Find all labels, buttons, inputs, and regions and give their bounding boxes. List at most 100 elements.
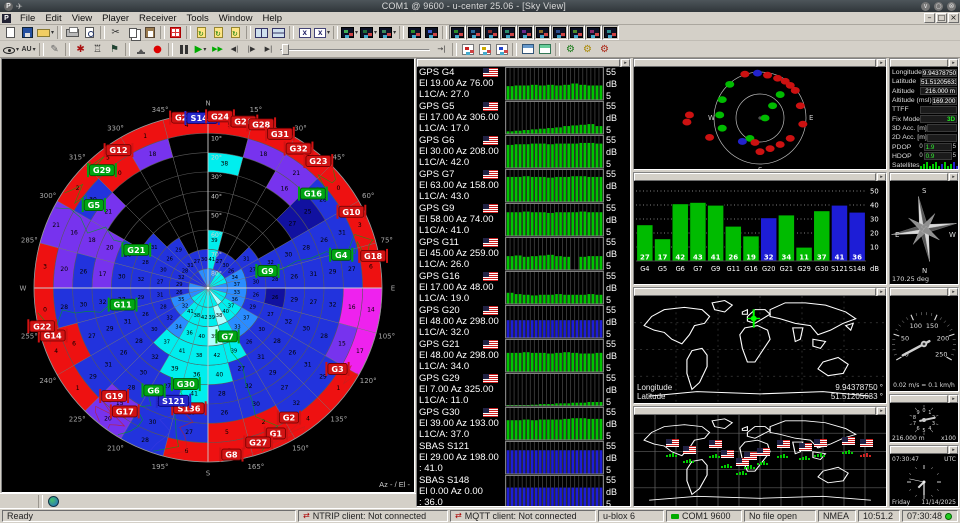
map-view-button[interactable]: ▾ bbox=[340, 25, 359, 40]
menu-help[interactable]: Help bbox=[258, 13, 288, 24]
slider-thumb[interactable] bbox=[282, 44, 289, 55]
pan-mode-button[interactable] bbox=[113, 494, 130, 509]
no-position-button[interactable] bbox=[62, 494, 79, 509]
save-file-button[interactable] bbox=[19, 25, 36, 40]
convert-1-button[interactable] bbox=[193, 25, 210, 40]
satellite-row[interactable]: GPS G5El 17.00 Az 306.00L1C/A: 17.055dB5 bbox=[417, 101, 630, 135]
scrollbar-thumb[interactable] bbox=[890, 173, 948, 181]
menu-tools[interactable]: Tools bbox=[182, 13, 214, 24]
altitude-scrollbar[interactable]: ▸ bbox=[890, 395, 958, 403]
satellite-row[interactable]: GPS G16El 17.00 Az 48.00L1C/A: 19.055dB5 bbox=[417, 271, 630, 305]
histogram-yellow-button[interactable] bbox=[476, 42, 493, 57]
split-horizontal-button[interactable] bbox=[253, 25, 270, 40]
close-column-button[interactable] bbox=[296, 25, 313, 40]
scrollbar-button[interactable]: ▸ bbox=[949, 446, 958, 454]
scrollbar-thumb[interactable] bbox=[634, 173, 876, 181]
data-panel-scrollbar[interactable]: ▸ bbox=[890, 59, 958, 67]
satellite-row[interactable]: GPS G7El 63.00 Az 158.00L1C/A: 43.055dB5 bbox=[417, 169, 630, 203]
satellite-row[interactable]: GPS G6El 30.00 Az 208.00L1C/A: 42.055dB5 bbox=[417, 135, 630, 169]
dock-speed-button[interactable] bbox=[568, 25, 585, 40]
gear-green-button[interactable]: ⚙ bbox=[562, 42, 579, 57]
scrollbar-button[interactable]: ▸ bbox=[877, 407, 886, 415]
menu-receiver[interactable]: Receiver bbox=[134, 13, 182, 24]
menu-edit[interactable]: Edit bbox=[40, 13, 66, 24]
dropdown-arrow-icon[interactable]: ▾ bbox=[51, 29, 54, 36]
orbit-mode-button[interactable] bbox=[2, 494, 19, 509]
satellite-row[interactable]: GPS G11El 45.00 Az 259.00L1C/A: 26.055dB… bbox=[417, 237, 630, 271]
dock-constellation-button[interactable] bbox=[500, 25, 517, 40]
view-b-button[interactable] bbox=[423, 25, 440, 40]
dropdown-arrow-icon[interactable]: ▾ bbox=[203, 46, 206, 53]
globe-mode-button[interactable] bbox=[45, 494, 62, 509]
print-button[interactable] bbox=[64, 25, 81, 40]
histogram-red-button[interactable] bbox=[459, 42, 476, 57]
cut-button[interactable]: ✂ bbox=[107, 25, 124, 40]
pause-button[interactable] bbox=[175, 42, 192, 57]
orbit-mode-2-button[interactable] bbox=[19, 494, 36, 509]
clock-scrollbar[interactable]: ▸ bbox=[890, 446, 958, 454]
progress-slider[interactable] bbox=[280, 42, 430, 57]
gear-yellow-button[interactable]: ⚙ bbox=[579, 42, 596, 57]
satellite-row[interactable]: SBAS S148El 0.00 Az 0.00: 36.055dB5 bbox=[417, 475, 630, 506]
dock-compass-button[interactable] bbox=[551, 25, 568, 40]
dock-altitude-button[interactable] bbox=[585, 25, 602, 40]
histogram-blue-button[interactable] bbox=[493, 42, 510, 57]
menu-file[interactable]: File bbox=[15, 13, 40, 24]
dock-signal-button[interactable] bbox=[517, 25, 534, 40]
convert-2-button[interactable] bbox=[210, 25, 227, 40]
open-file-button[interactable]: ▾ bbox=[36, 25, 55, 40]
antenna-tower-button[interactable]: ♖ bbox=[89, 42, 106, 57]
menu-player[interactable]: Player bbox=[97, 13, 134, 24]
pin-icon[interactable]: ✈ bbox=[16, 2, 23, 11]
skip-forward-button[interactable]: ▶| bbox=[260, 42, 277, 57]
dropdown-arrow-icon[interactable]: ▾ bbox=[16, 46, 19, 53]
debug-bug-button[interactable]: ✱ bbox=[72, 42, 89, 57]
dropdown-arrow-icon[interactable]: ▾ bbox=[33, 46, 36, 53]
scrollbar-button[interactable]: ▸ bbox=[877, 288, 886, 296]
sky-view-panel[interactable]: 4127302634373336374038394238413235262932… bbox=[1, 58, 415, 493]
close-button[interactable]: ⊗ bbox=[947, 2, 956, 11]
new-file-button[interactable] bbox=[2, 25, 19, 40]
satellite-row[interactable]: SBAS S121El 29.00 Az 198.00: 41.055dB5 bbox=[417, 441, 630, 475]
satellite-row[interactable]: GPS G30El 39.00 Az 193.00L1C/A: 37.055dB… bbox=[417, 407, 630, 441]
scrollbar-thumb[interactable] bbox=[634, 288, 876, 296]
minimize-button[interactable]: ∨ bbox=[921, 2, 930, 11]
eject-button[interactable] bbox=[132, 42, 149, 57]
table-statistic-button[interactable] bbox=[519, 42, 536, 57]
menu-window[interactable]: Window bbox=[214, 13, 258, 24]
views-eye-button[interactable]: ▾ bbox=[2, 42, 20, 57]
scrollbar-button[interactable]: ▸ bbox=[877, 59, 886, 67]
dropdown-arrow-icon[interactable]: ▾ bbox=[393, 29, 396, 36]
satellite-row[interactable]: GPS G21El 48.00 Az 298.00L1C/A: 34.055dB… bbox=[417, 339, 630, 373]
scrollbar-thumb[interactable] bbox=[417, 59, 620, 67]
scrollbar-thumb[interactable] bbox=[634, 59, 876, 67]
menu-view[interactable]: View bbox=[67, 13, 97, 24]
step-forward-button[interactable]: |▶ bbox=[243, 42, 260, 57]
dock-histogram-button[interactable] bbox=[483, 25, 500, 40]
constellation-scrollbar[interactable]: ▸ bbox=[634, 59, 886, 67]
copy-button[interactable] bbox=[124, 25, 141, 40]
satellite-row[interactable]: GPS G20El 48.00 Az 298.00L1C/A: 32.055dB… bbox=[417, 305, 630, 339]
table-messages-button[interactable] bbox=[536, 42, 553, 57]
dropdown-arrow-icon[interactable]: ▾ bbox=[327, 29, 330, 36]
fast-forward-button[interactable]: ▶▶ bbox=[209, 42, 226, 57]
satellite-row[interactable]: GPS G9El 58.00 Az 74.00L1C/A: 41.055dB5 bbox=[417, 203, 630, 237]
scrollbar-thumb[interactable] bbox=[890, 59, 948, 67]
play-button[interactable]: ▶▾ bbox=[192, 42, 209, 57]
convert-3-button[interactable] bbox=[227, 25, 244, 40]
close-column-2-button[interactable]: ▾ bbox=[313, 25, 331, 40]
camera-view-button[interactable]: ▾ bbox=[378, 25, 397, 40]
satellite-list-scrollbar[interactable]: ▸ bbox=[417, 59, 630, 67]
mdi-close-button[interactable]: × bbox=[948, 13, 959, 23]
satellite-map-scrollbar[interactable]: ▸ bbox=[634, 407, 886, 415]
paste-button[interactable] bbox=[141, 25, 158, 40]
speed-scrollbar[interactable]: ▸ bbox=[890, 288, 958, 296]
scrollbar-thumb[interactable] bbox=[890, 446, 948, 454]
dock-world-button[interactable] bbox=[534, 25, 551, 40]
skip-end-button[interactable]: →| bbox=[433, 42, 450, 57]
dropdown-arrow-icon[interactable]: ▾ bbox=[374, 29, 377, 36]
world-position-scrollbar[interactable]: ▸ bbox=[634, 288, 886, 296]
scrollbar-button[interactable]: ▸ bbox=[877, 173, 886, 181]
scrollbar-thumb[interactable] bbox=[634, 407, 876, 415]
satellite-row[interactable]: GPS G4El 19.00 Az 76.00L1C/A: 27.055dB5 bbox=[417, 67, 630, 101]
